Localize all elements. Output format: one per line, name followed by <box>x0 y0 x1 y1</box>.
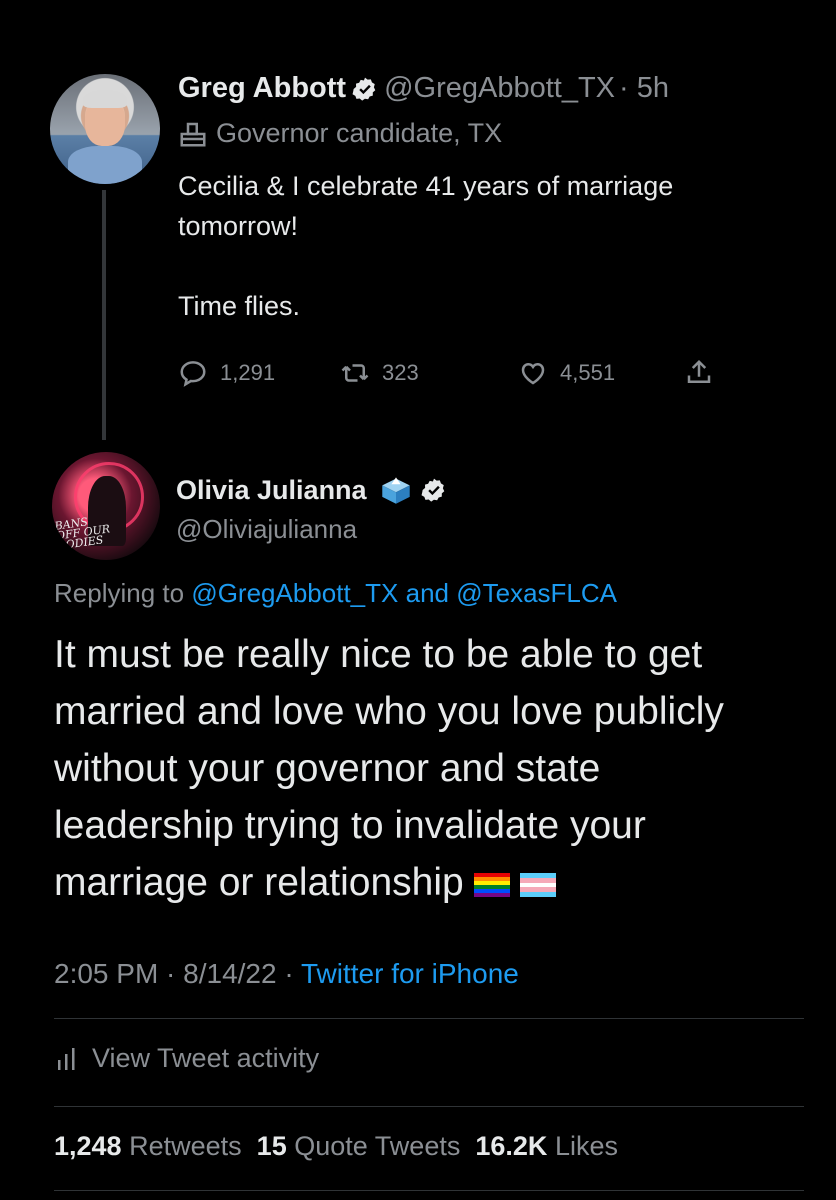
divider <box>54 1190 804 1191</box>
avatar-olivia-julianna[interactable]: BANS OFF OUR BODIES <box>52 452 160 560</box>
parent-author-row: Greg Abbott @GregAbbott_TX · 5h <box>178 72 669 105</box>
retweet-count: 323 <box>382 360 419 385</box>
share-action[interactable] <box>684 358 726 388</box>
reply-handle[interactable]: @Oliviajulianna <box>176 514 357 545</box>
parent-tweet-text: Cecilia & I celebrate 41 years of marria… <box>178 166 798 326</box>
retweets-stat[interactable]: 1,248 Retweets <box>54 1131 242 1161</box>
likes-stat[interactable]: 16.2K Likes <box>475 1131 618 1161</box>
reply-text-line: It must be really nice to be able to get <box>54 633 703 676</box>
bar-chart-icon <box>58 1047 75 1070</box>
parent-text-line: Time flies. <box>178 291 301 321</box>
mention-link-gregabbott[interactable]: @GregAbbott_TX <box>191 578 398 608</box>
quotes-count: 15 <box>256 1131 287 1161</box>
reply-text-last-line: marriage or relationship <box>54 854 804 911</box>
divider <box>54 1018 804 1019</box>
view-tweet-activity[interactable]: View Tweet activity <box>56 1043 319 1074</box>
tweet-source-link[interactable]: Twitter for iPhone <box>301 958 519 989</box>
parent-time: · 5h <box>619 72 670 104</box>
reply-author-row: Olivia Julianna <box>176 474 453 506</box>
rainbow-flag-icon <box>473 872 510 897</box>
tweet-timestamp[interactable]: 2:05 PM · 8/14/22 · <box>54 958 294 989</box>
view-activity-label: View Tweet activity <box>92 1043 320 1073</box>
quotes-label: Quote Tweets <box>294 1131 461 1161</box>
reply-text-line: leadership trying to invalidate your <box>54 804 646 847</box>
verified-badge-icon <box>352 77 376 101</box>
quote-tweets-stat[interactable]: 15 Quote Tweets <box>257 1131 461 1161</box>
reply-text-line: without your governor and state <box>54 747 601 790</box>
likes-label: Likes <box>554 1131 618 1161</box>
like-action[interactable]: 4,551 <box>518 358 615 388</box>
avatar-logo-text: BANS OFF OUR BODIES <box>53 515 111 553</box>
tweet-meta: 2:05 PM · 8/14/22 · Twitter for iPhone <box>54 958 519 990</box>
replying-to-line: Replying to @GregAbbott_TX and @TexasFLC… <box>54 578 617 609</box>
likes-count: 16.2K <box>475 1131 548 1161</box>
parent-text-line: tomorrow! <box>178 211 299 241</box>
reply-text-line: marriage or relationship <box>54 861 464 904</box>
replying-and: and <box>405 578 449 608</box>
replying-prefix: Replying to <box>54 578 185 608</box>
retweet-action[interactable]: 323 <box>340 358 419 388</box>
reply-author-name[interactable]: Olivia Julianna <box>176 475 367 506</box>
reply-action[interactable]: 1,291 <box>178 358 275 388</box>
reply-tweet-text: It must be really nice to be able to get… <box>54 626 804 911</box>
parent-text-line: Cecilia & I celebrate 41 years of marria… <box>178 171 674 201</box>
share-icon <box>687 359 711 383</box>
retweets-count: 1,248 <box>54 1131 122 1161</box>
avatar-greg-abbott[interactable] <box>50 74 160 184</box>
candidate-label: Governor candidate, TX <box>216 118 503 148</box>
like-icon <box>521 362 545 385</box>
verified-badge-icon <box>421 478 444 502</box>
ballot-box-icon <box>381 477 410 504</box>
reply-text-line: married and love who you love publicly <box>54 690 724 733</box>
ballot-box-icon <box>180 122 206 146</box>
reply-count: 1,291 <box>220 360 276 385</box>
thread-line <box>102 190 106 440</box>
reply-icon <box>180 361 206 387</box>
engagement-stats: 1,248 Retweets 15 Quote Tweets 16.2K Lik… <box>54 1131 618 1162</box>
candidate-label-row: Governor candidate, TX <box>178 118 502 149</box>
divider <box>54 1106 804 1107</box>
retweets-label: Retweets <box>129 1131 242 1161</box>
parent-handle[interactable]: @GregAbbott_TX <box>384 72 615 105</box>
retweet-icon <box>341 364 369 382</box>
parent-author-name[interactable]: Greg Abbott <box>178 72 346 105</box>
like-count: 4,551 <box>560 360 616 385</box>
mention-link-texasflca[interactable]: @TexasFLCA <box>456 578 617 608</box>
transgender-flag-icon <box>519 872 556 897</box>
